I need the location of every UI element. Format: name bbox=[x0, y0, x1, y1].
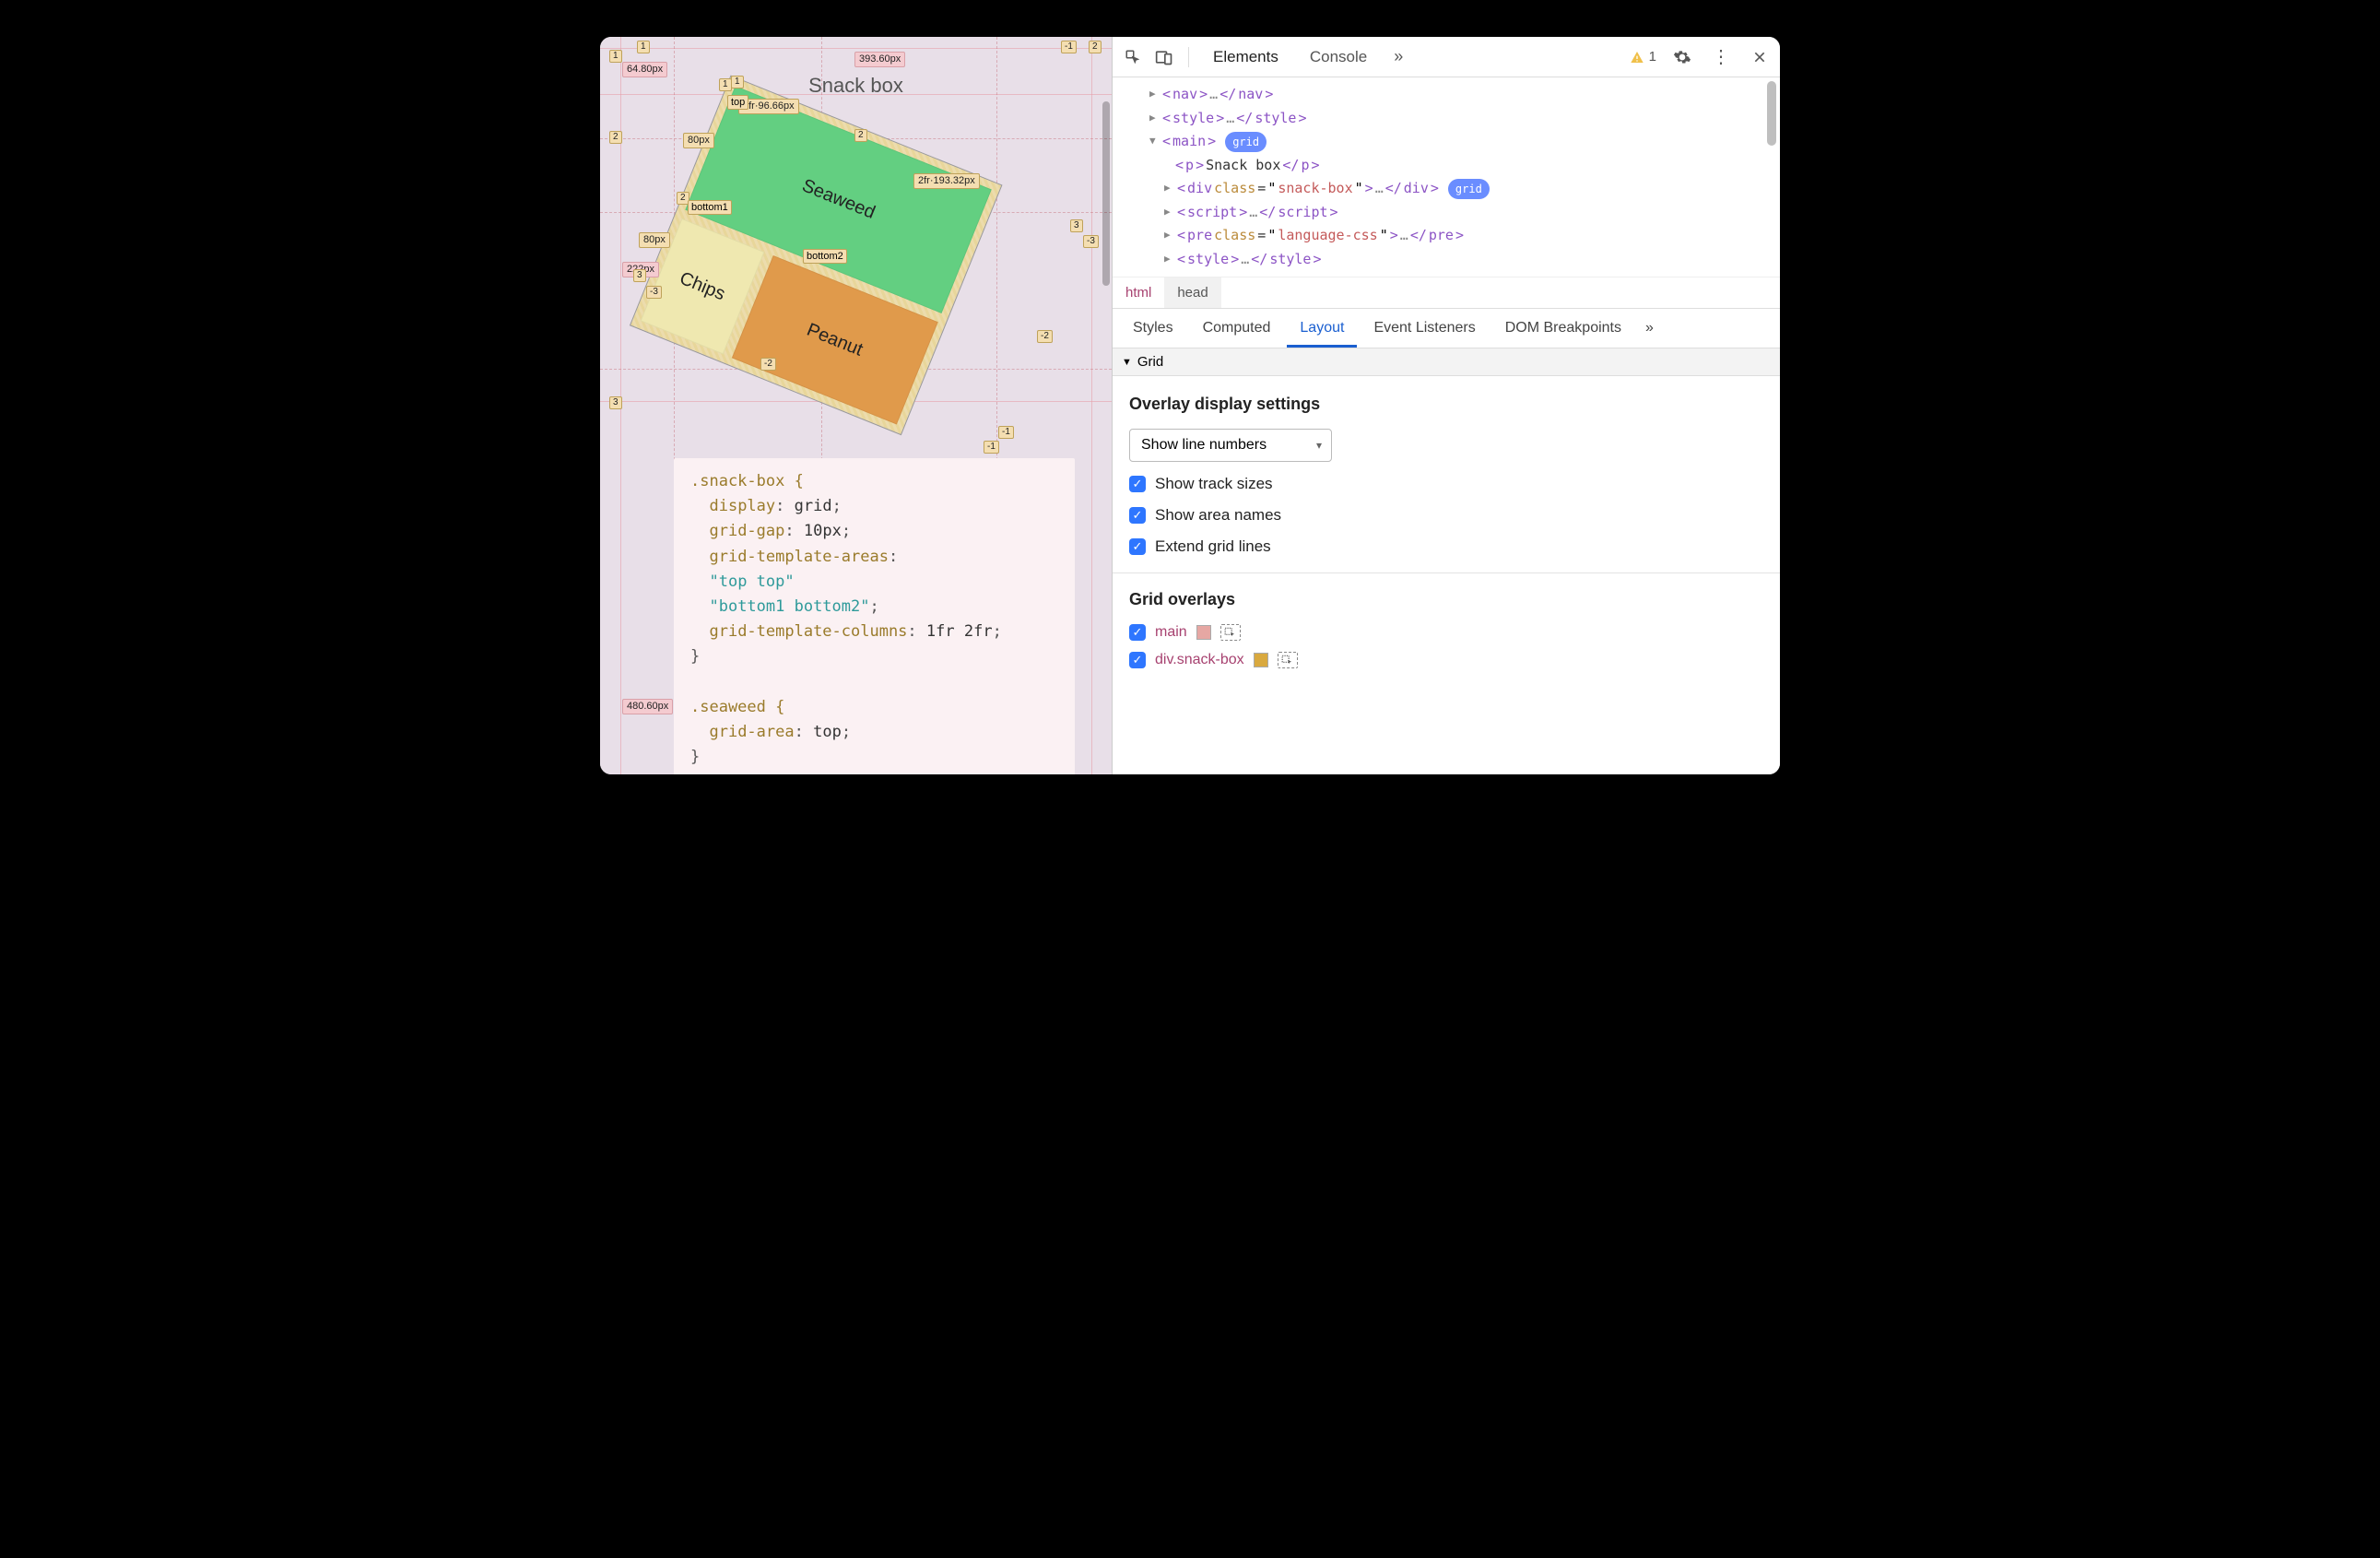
reveal-element-icon[interactable] bbox=[1278, 652, 1298, 668]
grid-badge-snackbox[interactable]: grid bbox=[1448, 179, 1490, 199]
grid-section-label: Grid bbox=[1137, 354, 1163, 370]
device-toolbar-icon[interactable] bbox=[1151, 44, 1177, 70]
close-devtools-icon[interactable] bbox=[1747, 44, 1773, 70]
measure-bottom-height: 480.60px bbox=[622, 699, 673, 714]
layout-panel: Overlay display settings Show line numbe… bbox=[1113, 376, 1780, 774]
grid-row2-size: 80px bbox=[683, 133, 714, 148]
subtab-event-listeners[interactable]: Event Listeners bbox=[1361, 309, 1488, 348]
warnings-indicator[interactable]: 1 bbox=[1630, 49, 1656, 65]
overlay-row-main: ✓ main bbox=[1129, 624, 1763, 641]
subtab-layout[interactable]: Layout bbox=[1287, 309, 1357, 348]
rendered-page-preview: 393.60px 64.80px 222px 480.60px 1 -1 2 1… bbox=[600, 37, 1112, 774]
ln-3b: 3 bbox=[1070, 219, 1083, 232]
measure-left-height: 64.80px bbox=[622, 62, 667, 77]
overlay-name-snackbox[interactable]: div.snack-box bbox=[1155, 652, 1244, 668]
grid-col2-size: 2fr·193.32px bbox=[913, 173, 980, 189]
ln-n3a: -3 bbox=[646, 286, 662, 299]
checkbox-overlay-main[interactable]: ✓ bbox=[1129, 624, 1146, 641]
tab-console[interactable]: Console bbox=[1297, 39, 1380, 76]
devtools-panel: Elements Console » 1 ⋮ ▶<nav>…</nav> bbox=[1112, 37, 1780, 774]
area-bottom1: bottom1 bbox=[688, 200, 732, 215]
devtools-toolbar: Elements Console » 1 ⋮ bbox=[1113, 37, 1780, 77]
breadcrumb: html head bbox=[1113, 277, 1780, 309]
settings-icon[interactable] bbox=[1669, 44, 1695, 70]
ln-2a: 2 bbox=[854, 129, 867, 142]
ln-n1a: -1 bbox=[984, 441, 999, 454]
area-top: top bbox=[727, 95, 748, 110]
checkbox-extend-lines[interactable]: ✓ bbox=[1129, 538, 1146, 555]
ln-n2: -2 bbox=[760, 358, 776, 371]
page-row-3: 3 bbox=[609, 396, 622, 409]
page-col-1: 1 bbox=[637, 41, 650, 53]
overlay-settings-heading: Overlay display settings bbox=[1129, 395, 1763, 414]
warning-count: 1 bbox=[1649, 49, 1656, 65]
color-swatch-snackbox[interactable] bbox=[1254, 653, 1268, 667]
preview-scrollbar[interactable] bbox=[1102, 101, 1110, 286]
page-col-neg1: -1 bbox=[1061, 41, 1077, 53]
ln-n3b: -3 bbox=[1083, 235, 1099, 248]
color-swatch-main[interactable] bbox=[1196, 625, 1211, 640]
area-bottom2: bottom2 bbox=[803, 249, 847, 264]
devtools-window: 393.60px 64.80px 222px 480.60px 1 -1 2 1… bbox=[600, 37, 1780, 774]
more-tabs-icon[interactable]: » bbox=[1385, 44, 1411, 70]
disclosure-triangle-icon: ▼ bbox=[1122, 357, 1132, 368]
subtab-computed[interactable]: Computed bbox=[1190, 309, 1284, 348]
page-col-2: 2 bbox=[1089, 41, 1102, 53]
ln-n1b: -1 bbox=[998, 426, 1014, 439]
ln-n2b: -2 bbox=[1037, 330, 1053, 343]
styles-subtabs: Styles Computed Layout Event Listeners D… bbox=[1113, 309, 1780, 348]
label-extend-lines: Extend grid lines bbox=[1155, 537, 1271, 556]
kebab-menu-icon[interactable]: ⋮ bbox=[1708, 44, 1734, 70]
grid-badge-main[interactable]: grid bbox=[1225, 132, 1267, 152]
grid-overlays-heading: Grid overlays bbox=[1129, 590, 1763, 609]
dom-scrollbar[interactable] bbox=[1767, 81, 1776, 146]
measure-top-width: 393.60px bbox=[854, 52, 905, 67]
dom-tree[interactable]: ▶<nav>…</nav> ▶<style>…</style> ▼<main>g… bbox=[1113, 77, 1780, 277]
overlay-row-snackbox: ✓ div.snack-box bbox=[1129, 652, 1763, 668]
checkbox-track-sizes[interactable]: ✓ bbox=[1129, 476, 1146, 492]
checkbox-area-names[interactable]: ✓ bbox=[1129, 507, 1146, 524]
line-numbers-select[interactable]: Show line numbers bbox=[1129, 429, 1332, 462]
inspect-element-icon[interactable] bbox=[1120, 44, 1146, 70]
crumb-head[interactable]: head bbox=[1164, 277, 1220, 308]
checkbox-overlay-snackbox[interactable]: ✓ bbox=[1129, 652, 1146, 668]
css-code-block: .snack-box { display: grid; grid-gap: 10… bbox=[674, 458, 1075, 774]
tab-elements[interactable]: Elements bbox=[1200, 39, 1291, 76]
page-row-2: 2 bbox=[609, 131, 622, 144]
ln-3: 3 bbox=[633, 269, 646, 282]
overlay-name-main[interactable]: main bbox=[1155, 624, 1187, 641]
ln-1a: 1 bbox=[719, 78, 732, 91]
grid-section-header[interactable]: ▼ Grid bbox=[1113, 348, 1780, 376]
label-track-sizes: Show track sizes bbox=[1155, 475, 1273, 493]
page-row-1: 1 bbox=[609, 50, 622, 63]
label-area-names: Show area names bbox=[1155, 506, 1281, 525]
crumb-html[interactable]: html bbox=[1113, 277, 1164, 308]
page-title: Snack box bbox=[600, 74, 1112, 98]
subtab-styles[interactable]: Styles bbox=[1120, 309, 1186, 348]
ln-1b: 1 bbox=[731, 76, 744, 89]
subtab-dom-breakpoints[interactable]: DOM Breakpoints bbox=[1492, 309, 1634, 348]
grid-row3-size: 80px bbox=[639, 232, 670, 248]
subtab-more-icon[interactable]: » bbox=[1638, 309, 1661, 348]
reveal-element-icon[interactable] bbox=[1220, 624, 1241, 641]
